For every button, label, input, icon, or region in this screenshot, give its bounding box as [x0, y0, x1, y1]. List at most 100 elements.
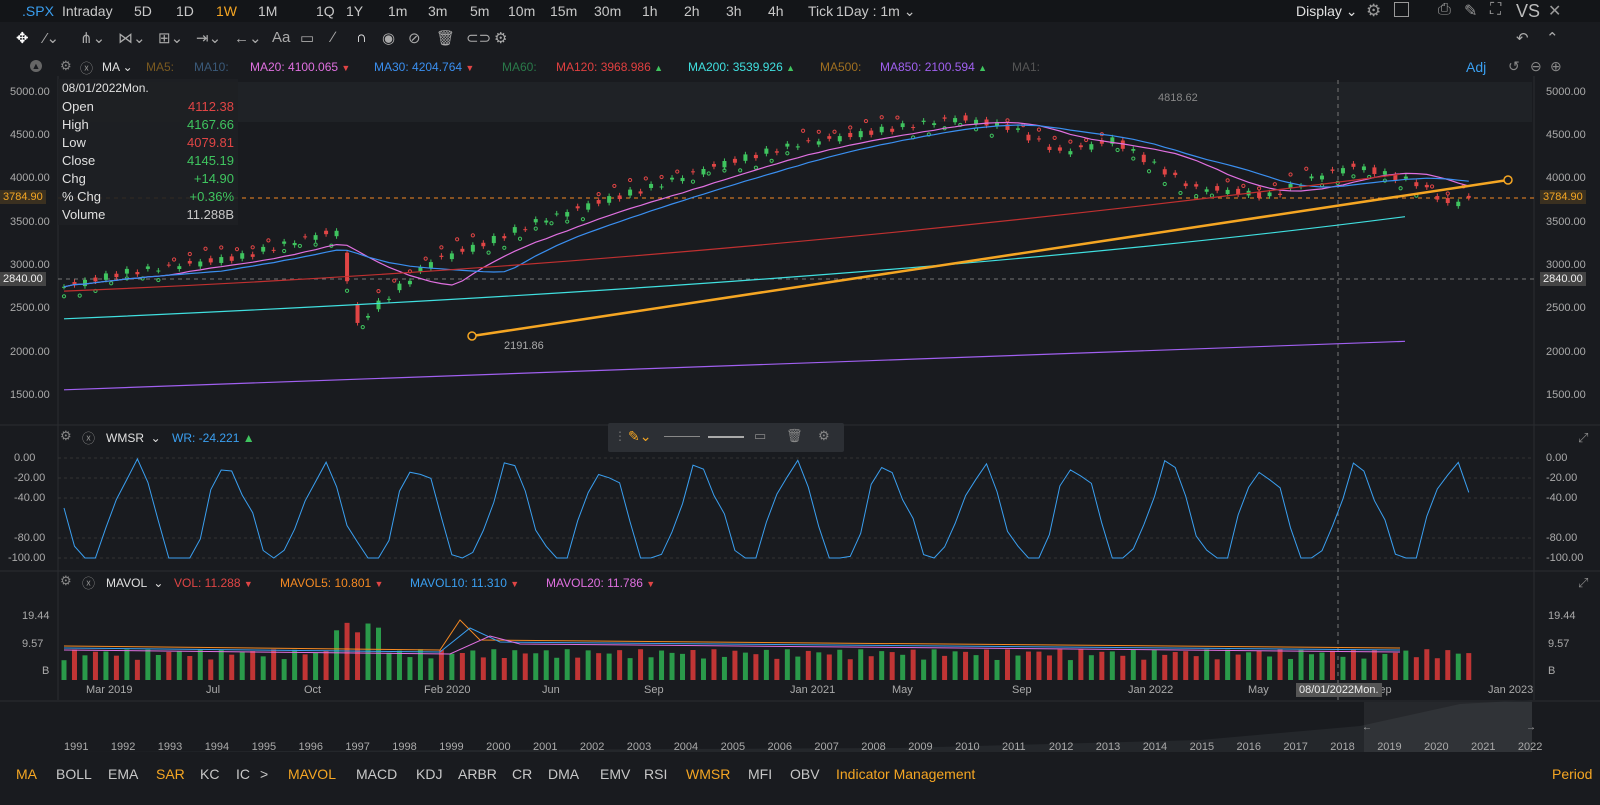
indicator-wmsr[interactable]: WMSR — [686, 766, 730, 782]
drag-handle-icon[interactable]: ⋮ — [614, 429, 626, 443]
indicator-ma[interactable]: MA — [16, 766, 37, 782]
time-tick: Oct — [304, 684, 322, 696]
line-width-icon[interactable] — [708, 436, 744, 438]
candle-body — [533, 219, 538, 223]
candle-body — [890, 128, 895, 132]
candle-body — [1309, 176, 1314, 179]
sar-dot — [266, 238, 271, 243]
info-key: Close — [62, 153, 96, 168]
indicator-boll[interactable]: BOLL — [56, 766, 92, 782]
indicator-ema[interactable]: EMA — [108, 766, 138, 782]
indicator-mavol[interactable]: MAVOL — [288, 766, 336, 782]
period-button[interactable]: Period — [1552, 766, 1592, 782]
candle-body — [596, 200, 601, 204]
sar-dot — [769, 158, 774, 163]
indicator-kdj[interactable]: KDJ — [416, 766, 442, 782]
close-circle-icon[interactable]: ⓧ — [82, 428, 95, 447]
candle-body — [869, 130, 874, 135]
sar-dot — [1225, 178, 1230, 183]
candle-body — [292, 242, 297, 246]
indicator-obv[interactable]: OBV — [790, 766, 820, 782]
candle-body — [219, 257, 224, 263]
indicator-cr[interactable]: CR — [512, 766, 532, 782]
overview-year: 2006 — [767, 741, 792, 753]
indicator-dma[interactable]: DMA — [548, 766, 579, 782]
overview-right-handle: → — [1526, 722, 1536, 733]
candle-body — [1456, 201, 1461, 207]
wmsr-name[interactable]: WMSR ⌄ — [106, 431, 161, 445]
indicator-macd[interactable]: MACD — [356, 766, 397, 782]
info-value: 4145.19 — [187, 153, 234, 168]
color-icon[interactable]: ✎⌄ — [628, 428, 651, 445]
sar-dot — [423, 256, 428, 261]
trash-icon[interactable]: 🗑 — [786, 428, 803, 444]
overview-area — [64, 700, 1532, 752]
gear-icon[interactable]: ⚙ — [60, 573, 72, 589]
indicator-indicatormanagement[interactable]: Indicator Management — [836, 766, 975, 782]
indicator-sar[interactable]: SAR — [156, 766, 185, 782]
expand-icon[interactable]: ⤢ — [1578, 575, 1588, 591]
volume-bar — [617, 650, 623, 680]
ma850-line — [63, 340, 1406, 391]
sar-dot — [156, 277, 161, 283]
overview-year: 2005 — [720, 741, 746, 753]
candle-body — [198, 261, 203, 267]
volume-bar — [1004, 649, 1010, 680]
indicator-emv[interactable]: EMV — [600, 766, 630, 782]
overview-year: 2021 — [1471, 741, 1496, 753]
candle-body — [774, 151, 779, 153]
mavol-name-label: MAVOL — [106, 576, 147, 590]
mavol-name[interactable]: MAVOL ⌄ — [106, 576, 163, 590]
sar-dot — [785, 151, 790, 156]
settings-icon[interactable]: ⚙ — [818, 428, 830, 444]
volume-bar — [889, 652, 895, 680]
sar-dot — [1146, 169, 1152, 174]
indicator-arbr[interactable]: ARBR — [458, 766, 497, 782]
expand-icon[interactable]: ⤢ — [1578, 430, 1588, 446]
indicator-kc[interactable]: KC — [200, 766, 219, 782]
volume-bar — [669, 652, 675, 680]
sar-dot — [1241, 183, 1246, 188]
mavol-legend-mavol20: MAVOL20: 11.786 ▼ — [546, 576, 656, 590]
indicator-ic[interactable]: IC — [236, 766, 250, 782]
candle-body — [743, 154, 748, 161]
candle-body — [1319, 175, 1324, 180]
vol-tick: 19.44 — [1548, 610, 1576, 622]
wr-tick: 0.00 — [1546, 452, 1568, 464]
sar-dot — [612, 183, 617, 189]
indicator-rsi[interactable]: RSI — [644, 766, 667, 782]
candle-body — [764, 148, 769, 154]
line-style-icon[interactable] — [664, 436, 700, 437]
gear-icon[interactable]: ⚙ — [60, 428, 72, 444]
wr-tick-left: -100.00 — [8, 552, 46, 564]
sar-dot — [219, 245, 224, 250]
volume-bar — [1025, 651, 1031, 680]
volume-bar — [837, 649, 843, 680]
time-tick: Sep — [1012, 684, 1032, 696]
price-tick: 5000.00 — [1546, 86, 1586, 98]
candle-body — [334, 230, 339, 237]
volume-bar — [1204, 649, 1210, 680]
price-tick-left: 2500.00 — [10, 302, 50, 314]
volume-bar — [396, 650, 402, 680]
sar-dot — [313, 242, 318, 247]
candle-body — [1466, 195, 1471, 198]
overview-year: 2008 — [861, 741, 886, 753]
lock-icon[interactable]: ▭ — [754, 428, 766, 444]
time-tick: Jan 2023 — [1488, 684, 1534, 696]
price-tick-left: 4000.00 — [10, 172, 50, 184]
close-circle-icon[interactable]: ⓧ — [82, 573, 95, 592]
indicator-mfi[interactable]: MFI — [748, 766, 772, 782]
volume-bar — [407, 657, 413, 680]
price-tick-left: 1500.00 — [10, 389, 50, 401]
candle-body — [628, 189, 633, 196]
high-annotation: 4818.62 — [1158, 92, 1198, 104]
candle-body — [1340, 168, 1345, 174]
candle-body — [879, 126, 884, 133]
candle-body — [1257, 192, 1262, 198]
volume-bar — [1246, 652, 1252, 680]
volume-bar — [323, 650, 329, 680]
volume-bar — [1382, 653, 1388, 680]
volume-bar — [543, 650, 549, 680]
indicator-[interactable]: > — [260, 766, 268, 782]
